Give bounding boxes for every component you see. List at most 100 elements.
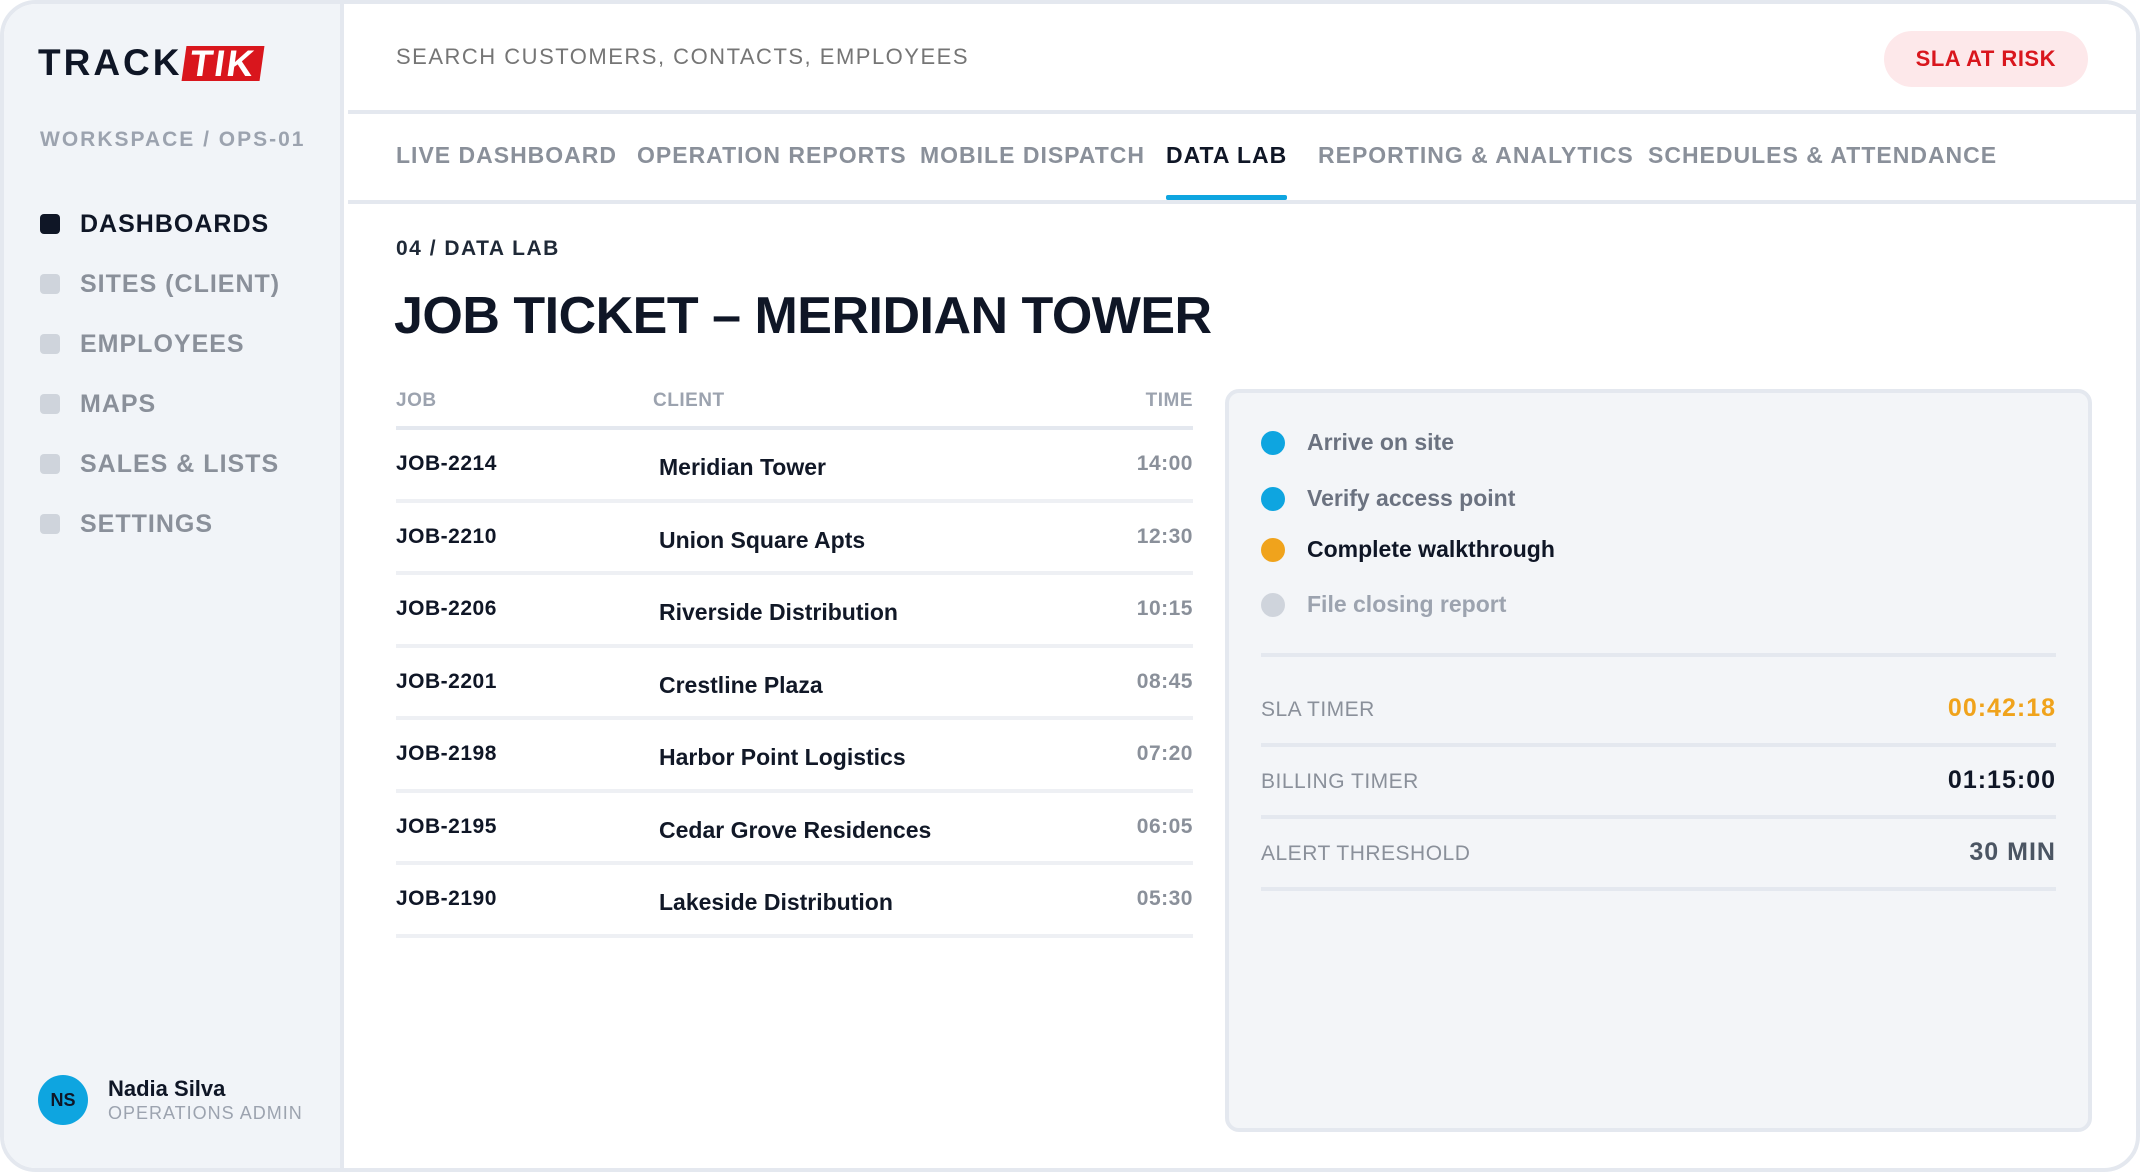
divider	[1261, 743, 2056, 747]
sidebar-item-settings[interactable]: SETTINGS	[40, 494, 280, 554]
tab-mobile-dispatch[interactable]: MOBILE DISPATCH	[920, 142, 1145, 169]
checklist-step[interactable]: Complete walkthrough	[1261, 536, 1555, 563]
job-id: JOB-2214	[396, 452, 497, 475]
user-profile[interactable]: NS Nadia Silva OPERATIONS ADMIN	[38, 1075, 303, 1125]
square-icon	[40, 394, 60, 414]
sidebar-nav: DASHBOARDS SITES (CLIENT) EMPLOYEES MAPS…	[40, 194, 280, 554]
metric-billing-timer: BILLING TIMER 01:15:00	[1261, 762, 2056, 802]
step-label: Arrive on site	[1307, 429, 1454, 455]
table-row[interactable]: JOB-2214 Meridian Tower 14:00	[396, 430, 1193, 503]
tab-data-lab[interactable]: DATA LAB	[1166, 142, 1288, 200]
sidebar-item-label: EMPLOYEES	[80, 329, 245, 358]
logo-text-track: TRACK	[38, 42, 183, 83]
square-icon	[40, 514, 60, 534]
checklist-step[interactable]: File closing report	[1261, 591, 1506, 618]
job-time: 14:00	[1136, 452, 1193, 475]
column-header-job[interactable]: JOB	[396, 390, 437, 412]
square-icon	[40, 454, 60, 474]
job-detail-panel: Arrive on site Verify access point Compl…	[1225, 389, 2092, 1132]
tab-operation-reports[interactable]: OPERATION REPORTS	[637, 142, 907, 169]
sidebar-item-maps[interactable]: MAPS	[40, 374, 280, 434]
table-row[interactable]: JOB-2210 Union Square Apts 12:30	[396, 503, 1193, 575]
client-name: Cedar Grove Residences	[659, 816, 932, 843]
user-name: Nadia Silva	[108, 1076, 226, 1101]
divider	[1261, 815, 2056, 819]
divider	[1261, 653, 2056, 657]
table-row[interactable]: JOB-2198 Harbor Point Logistics 07:20	[396, 720, 1193, 793]
square-icon	[40, 334, 60, 354]
search-input[interactable]	[396, 44, 1196, 70]
table-header: JOB CLIENT TIME	[396, 380, 1193, 430]
job-id: JOB-2201	[396, 669, 497, 693]
sidebar-item-employees[interactable]: EMPLOYEES	[40, 314, 280, 374]
column-header-client[interactable]: CLIENT	[653, 390, 725, 412]
step-label: File closing report	[1307, 591, 1507, 617]
job-id: JOB-2195	[396, 814, 497, 838]
step-label: Complete walkthrough	[1307, 536, 1555, 562]
avatar: NS	[38, 1075, 88, 1125]
jobs-table: JOB CLIENT TIME JOB-2214 Meridian Tower …	[396, 380, 1193, 938]
metric-sla-timer: SLA TIMER 00:42:18	[1261, 690, 2056, 730]
job-time: 07:20	[1136, 742, 1193, 765]
sidebar-item-dashboards[interactable]: DASHBOARDS	[40, 194, 280, 254]
metric-value: 00:42:18	[1947, 694, 2056, 722]
status-badge[interactable]: SLA AT RISK	[1883, 31, 2088, 87]
table-row[interactable]: JOB-2206 Riverside Distribution 10:15	[396, 575, 1193, 648]
tab-bar: LIVE DASHBOARD OPERATION REPORTS MOBILE …	[348, 114, 2136, 204]
job-time: 05:30	[1136, 887, 1193, 910]
client-name: Riverside Distribution	[659, 599, 898, 625]
sidebar-item-label: SITES (CLIENT)	[80, 269, 281, 298]
breadcrumb: 04 / DATA LAB	[396, 237, 560, 260]
job-id: JOB-2206	[396, 597, 497, 620]
client-name: Harbor Point Logistics	[659, 744, 906, 770]
square-icon	[40, 274, 60, 294]
sidebar-item-sites[interactable]: SITES (CLIENT)	[40, 254, 280, 314]
logo-text-tik: TIK	[182, 43, 265, 84]
app-window: TRACK TIK WORKSPACE / OPS-01 DASHBOARDS …	[0, 0, 2140, 1172]
table-row[interactable]: JOB-2201 Crestline Plaza 08:45	[396, 648, 1193, 720]
job-time: 06:05	[1136, 814, 1193, 838]
tab-live-dashboard[interactable]: LIVE DASHBOARD	[396, 142, 617, 169]
client-name: Meridian Tower	[659, 454, 826, 480]
metric-label: SLA TIMER	[1261, 698, 1375, 721]
tab-reporting-analytics[interactable]: REPORTING & ANALYTICS	[1318, 142, 1634, 169]
status-dot-icon	[1261, 430, 1285, 455]
metric-alert-threshold: ALERT THRESHOLD 30 MIN	[1261, 834, 2056, 874]
client-name: Lakeside Distribution	[659, 889, 893, 915]
job-time: 12:30	[1136, 524, 1193, 548]
checklist-step[interactable]: Arrive on site	[1261, 429, 1454, 456]
metric-value: 01:15:00	[1947, 766, 2056, 794]
status-dot-icon	[1261, 486, 1285, 511]
checklist-step[interactable]: Verify access point	[1261, 485, 1515, 512]
page-title: JOB TICKET – MERIDIAN TOWER	[394, 287, 1212, 345]
client-name: Union Square Apts	[659, 526, 866, 553]
status-dot-icon	[1261, 592, 1285, 617]
sidebar-item-label: SALES & LISTS	[80, 449, 280, 478]
sidebar-item-label: MAPS	[80, 389, 157, 418]
job-id: JOB-2210	[396, 524, 497, 548]
job-time: 10:15	[1136, 597, 1193, 620]
sidebar-item-label: SETTINGS	[80, 509, 214, 538]
status-dot-icon	[1261, 537, 1285, 562]
column-header-time[interactable]: TIME	[1146, 390, 1193, 412]
job-id: JOB-2198	[396, 742, 497, 765]
square-icon	[40, 214, 60, 234]
sidebar-item-label: DASHBOARDS	[80, 209, 270, 238]
client-name: Crestline Plaza	[659, 671, 823, 698]
step-label: Verify access point	[1307, 485, 1516, 511]
job-id: JOB-2190	[396, 887, 497, 910]
user-role: OPERATIONS ADMIN	[108, 1103, 303, 1123]
metric-label: BILLING TIMER	[1261, 770, 1419, 793]
metric-label: ALERT THRESHOLD	[1261, 842, 1471, 865]
top-bar: SLA AT RISK	[348, 4, 2136, 114]
user-info: Nadia Silva OPERATIONS ADMIN	[108, 1076, 303, 1124]
workspace-label: WORKSPACE / OPS-01	[40, 128, 306, 151]
tab-schedules-attendance[interactable]: SCHEDULES & ATTENDANCE	[1648, 142, 1997, 169]
sidebar-item-sales-lists[interactable]: SALES & LISTS	[40, 434, 280, 494]
tracktik-logo[interactable]: TRACK TIK	[38, 42, 265, 84]
table-row[interactable]: JOB-2195 Cedar Grove Residences 06:05	[396, 793, 1193, 865]
job-time: 08:45	[1136, 669, 1193, 693]
table-row[interactable]: JOB-2190 Lakeside Distribution 05:30	[396, 865, 1193, 938]
divider	[1261, 887, 2056, 891]
metric-value: 30 MIN	[1969, 838, 2056, 866]
